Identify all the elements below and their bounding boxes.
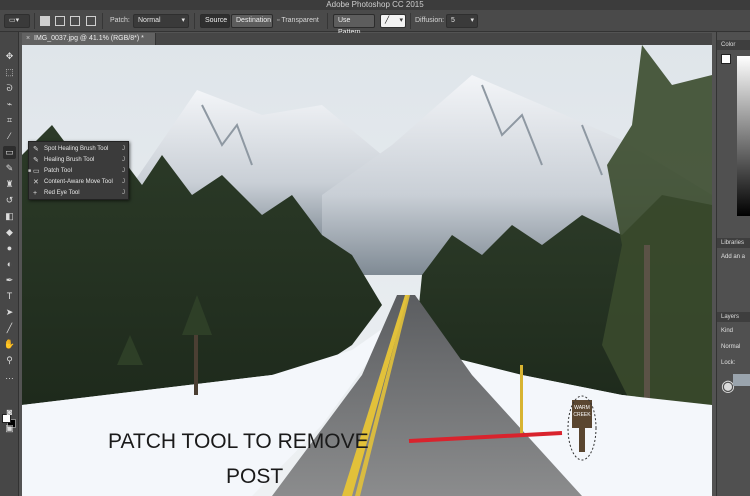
red-eye-icon: + <box>33 190 38 197</box>
zoom-tool-icon[interactable]: ⚲ <box>3 354 16 367</box>
diffusion-label: Diffusion: <box>415 17 445 24</box>
eye-icon[interactable]: ◉ <box>721 376 735 395</box>
hand-tool-icon[interactable]: ✋ <box>3 338 16 351</box>
path-selection-tool-icon[interactable]: ➤ <box>3 306 16 319</box>
sign-line1: WARM <box>574 405 590 411</box>
chevron-down-icon: ▾ <box>181 17 185 24</box>
more-tools-icon[interactable]: … <box>3 370 16 383</box>
chevron-down-icon: ▾ <box>470 17 474 24</box>
menu-item-label: Red Eye Tool <box>44 190 80 196</box>
quick-mask-icon[interactable]: ◙ <box>3 406 16 419</box>
quick-selection-tool-icon[interactable]: ⌁ <box>3 98 16 111</box>
menu-item-shortcut: J <box>122 157 125 163</box>
color-ramp[interactable] <box>737 56 750 216</box>
patch-label: Patch: <box>110 17 130 24</box>
divider <box>194 13 195 29</box>
layers-panel-tab[interactable]: Layers <box>717 312 750 322</box>
menu-item-red-eye[interactable]: + Red Eye Tool J <box>29 188 129 199</box>
healing-tools-flyout: ✎ Spot Healing Brush Tool J ✎ Healing Br… <box>28 141 129 200</box>
healing-brush-icon: ✎ <box>33 157 39 164</box>
options-bar: ▭▾ Patch: Normal ▾ Source Destination ▫ T… <box>0 10 750 36</box>
subtract-selection-icon[interactable] <box>70 16 80 26</box>
type-tool-icon[interactable]: T <box>3 290 16 303</box>
transparent-checkbox[interactable]: ▫ Transparent <box>277 14 319 28</box>
pattern-swatch-icon: ╱ <box>385 17 390 24</box>
new-selection-icon[interactable] <box>40 16 50 26</box>
layers-blend-mode[interactable]: Normal <box>721 344 740 350</box>
healing-tool-icon[interactable]: ▭ <box>3 146 16 159</box>
checkbox-icon: ▫ <box>277 17 280 24</box>
add-selection-icon[interactable] <box>55 16 65 26</box>
clone-stamp-tool-icon[interactable]: ♜ <box>3 178 16 191</box>
layers-kind-filter[interactable]: Kind <box>721 328 733 334</box>
document-tab[interactable]: × IMG_0037.jpg @ 41.1% (RGB/8*) * <box>22 33 156 45</box>
transparent-label: Transparent <box>281 17 319 24</box>
tools-panel: ✥ ⬚ ᘐ ⌁ ⌗ ⁄ ▭ ✎ ♜ ↺ ◧ ◆ ● ◐ ✒ T ➤ ╱ ✋ ⚲ … <box>0 32 19 496</box>
diffusion-value: 5 <box>451 17 455 24</box>
libraries-panel-tab[interactable]: Libraries <box>717 238 750 248</box>
document-canvas[interactable]: WARM CREEK <box>22 45 712 496</box>
menu-item-patch[interactable]: ■ ▭ Patch Tool J <box>28 166 129 177</box>
source-button[interactable]: Source <box>200 14 230 28</box>
menu-item-label: Patch Tool <box>44 168 72 174</box>
patch-mode-value: Normal <box>138 17 161 24</box>
libraries-add-text: Add an a <box>721 254 746 260</box>
selected-indicator-icon: ■ <box>28 168 32 174</box>
content-aware-move-icon: ✕ <box>33 179 39 186</box>
menu-item-label: Content-Aware Move Tool <box>44 179 113 185</box>
annotation-line2: POST <box>226 465 284 488</box>
screen-mode-icon[interactable]: ▣ <box>3 422 16 435</box>
menu-item-label: Spot Healing Brush Tool <box>44 146 109 152</box>
menu-item-shortcut: J <box>122 190 125 196</box>
history-brush-tool-icon[interactable]: ↺ <box>3 194 16 207</box>
line-tool-icon[interactable]: ╱ <box>3 322 16 335</box>
use-pattern-button[interactable]: Use Pattern <box>333 14 375 36</box>
diffusion-input[interactable]: 5 ▾ <box>446 14 478 28</box>
intersect-selection-icon[interactable] <box>86 16 96 26</box>
dodge-tool-icon[interactable]: ◐ <box>3 258 16 271</box>
menu-item-spot-healing-brush[interactable]: ✎ Spot Healing Brush Tool J <box>29 144 129 155</box>
eyedropper-tool-icon[interactable]: ⁄ <box>3 130 16 143</box>
right-panels: Color Libraries Add an a Layers Kind Nor… <box>716 32 750 496</box>
eraser-tool-icon[interactable]: ◧ <box>3 210 16 223</box>
landscape-photo: WARM CREEK <box>22 45 712 496</box>
patch-tool-icon: ▭▾ <box>9 17 20 24</box>
menu-item-shortcut: J <box>122 168 125 174</box>
color-foreground-swatch[interactable] <box>721 54 731 64</box>
gradient-tool-icon[interactable]: ◆ <box>3 226 16 239</box>
divider <box>410 13 411 29</box>
divider <box>102 13 103 29</box>
title-bar: Adobe Photoshop CC 2015 <box>0 0 750 10</box>
lasso-tool-icon[interactable]: ᘐ <box>3 82 16 95</box>
crop-tool-icon[interactable]: ⌗ <box>3 114 16 127</box>
menu-item-content-aware-move[interactable]: ✕ Content-Aware Move Tool J <box>29 177 129 188</box>
layers-lock-label: Lock: <box>721 360 736 366</box>
brush-tool-icon[interactable]: ✎ <box>3 162 16 175</box>
tool-preset-picker[interactable]: ▭▾ <box>4 14 30 28</box>
spot-healing-brush-icon: ✎ <box>33 146 39 153</box>
layer-thumbnail[interactable] <box>733 374 750 386</box>
menu-item-shortcut: J <box>122 179 125 185</box>
app-title: Adobe Photoshop CC 2015 <box>326 0 424 9</box>
color-panel-tab[interactable]: Color <box>717 40 750 50</box>
destination-button[interactable]: Destination <box>231 14 273 28</box>
close-tab-icon[interactable]: × <box>26 33 30 45</box>
chevron-down-icon: ▾ <box>399 17 403 24</box>
menu-item-shortcut: J <box>122 146 125 152</box>
annotation-line1: PATCH TOOL TO REMOVE <box>108 430 369 453</box>
pattern-picker[interactable]: ╱ ▾ <box>380 14 406 28</box>
sign-line2: CREEK <box>573 412 591 418</box>
menu-item-healing-brush[interactable]: ✎ Healing Brush Tool J <box>29 155 129 166</box>
patch-mode-select[interactable]: Normal ▾ <box>133 14 189 28</box>
divider <box>34 13 35 29</box>
patch-icon: ▭ <box>33 168 40 175</box>
move-tool-icon[interactable]: ✥ <box>3 50 16 63</box>
blur-tool-icon[interactable]: ● <box>3 242 16 255</box>
marquee-tool-icon[interactable]: ⬚ <box>3 66 16 79</box>
pen-tool-icon[interactable]: ✒ <box>3 274 16 287</box>
menu-item-label: Healing Brush Tool <box>44 157 95 163</box>
document-tab-label: IMG_0037.jpg @ 41.1% (RGB/8*) * <box>34 35 144 42</box>
divider <box>327 13 328 29</box>
